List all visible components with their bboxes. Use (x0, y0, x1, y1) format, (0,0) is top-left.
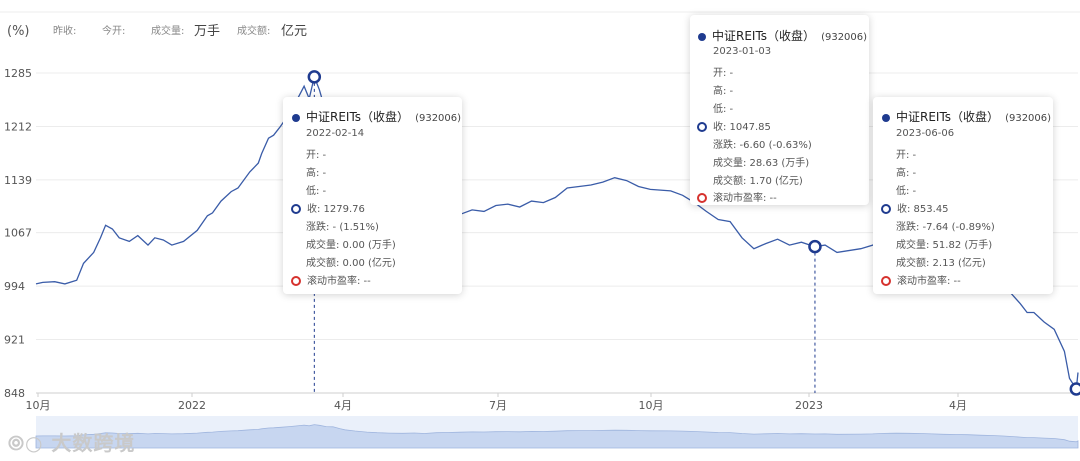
y-tick-label: 848 (4, 387, 25, 400)
close-marker-icon (881, 204, 891, 214)
tooltip-date: 2023-06-06 (896, 128, 955, 139)
tooltip-change: 涨跌: -6.60 (-0.63%) (713, 140, 812, 151)
tooltip-change: 涨跌: -7.64 (-0.89%) (896, 222, 995, 233)
tooltip-series-name: 中证REITs（收盘） (896, 110, 1000, 124)
x-tick-label: 2023 (795, 399, 823, 412)
tooltip-high: 高: - (306, 168, 327, 179)
pe-marker-icon (697, 193, 707, 203)
tooltip-low: 低: - (306, 186, 327, 197)
pe-marker-icon (291, 276, 301, 286)
tooltip-2022-02-14: 中证REITs（收盘） (932006) 2022-02-14 开: - 高: -… (283, 97, 462, 294)
series-dot-icon (698, 33, 706, 41)
tooltip-2023-01-03: 中证REITs（收盘） (932006) 2023-01-03 开: - 高: -… (690, 15, 869, 205)
tooltip-pe: 滚动市盈率: -- (897, 276, 961, 287)
tooltip-open: 开: - (713, 68, 734, 79)
tooltip-change: 涨跌: - (1.51%) (306, 222, 379, 233)
x-tick-label: 4月 (334, 399, 352, 412)
tooltip-low: 低: - (713, 104, 734, 115)
tooltip-pe: 滚动市盈率: -- (713, 193, 777, 204)
tooltip-amount: 成交额: 0.00 (亿元) (306, 258, 396, 269)
tooltip-close: 收: 1279.76 (307, 204, 365, 215)
x-tick-label: 2022 (178, 399, 206, 412)
tooltip-volume: 成交量: 51.82 (万手) (896, 240, 993, 251)
tooltip-date: 2023-01-03 (713, 46, 772, 57)
y-tick-label: 994 (4, 280, 25, 293)
y-tick-label: 1067 (4, 227, 32, 240)
watermark-text: 大数跨境 (51, 431, 136, 455)
pe-marker-icon (881, 276, 891, 286)
tooltip-volume: 成交量: 28.63 (万手) (713, 158, 810, 169)
y-tick-label: 1212 (4, 120, 32, 133)
x-tick-label: 7月 (489, 399, 507, 412)
x-tick-label: 10月 (639, 399, 664, 412)
close-marker-icon (697, 122, 707, 132)
y-tick-label: 1139 (4, 174, 32, 187)
tooltip-amount: 成交额: 2.13 (亿元) (896, 258, 986, 269)
y-tick-label: 921 (4, 334, 25, 347)
tooltip-open: 开: - (306, 150, 327, 161)
tooltip-series-code: (932006) (821, 32, 868, 43)
highlight-point (307, 70, 322, 84)
series-dot-icon (882, 114, 890, 122)
tooltip-close: 收: 853.45 (897, 204, 949, 215)
y-tick-label: 1285 (4, 67, 32, 80)
tooltip-high: 高: - (896, 168, 917, 179)
highlight-point (808, 239, 822, 254)
tooltip-pe: 滚动市盈率: -- (307, 276, 371, 287)
series-dot-icon (292, 114, 300, 122)
tooltip-series-name: 中证REITs（收盘） (712, 29, 816, 43)
tooltip-close: 收: 1047.85 (713, 122, 771, 133)
tooltip-2023-06-06: 中证REITs（收盘） (932006) 2023-06-06 开: - 高: -… (873, 97, 1053, 294)
tooltip-high: 高: - (713, 86, 734, 97)
tooltip-volume: 成交量: 0.00 (万手) (306, 240, 396, 251)
tooltip-amount: 成交额: 1.70 (亿元) (713, 176, 803, 187)
tooltip-date: 2022-02-14 (306, 128, 365, 139)
watermark-logo: ⦾○ 大数跨境 (8, 431, 136, 455)
close-marker-icon (291, 204, 301, 214)
x-tick-label: 4月 (949, 399, 967, 412)
tooltip-series-name: 中证REITs（收盘） (306, 110, 410, 124)
tooltip-open: 开: - (896, 150, 917, 161)
x-tick-label: 10月 (26, 399, 51, 412)
tooltip-low: 低: - (896, 186, 917, 197)
tooltip-series-code: (932006) (415, 113, 462, 124)
highlight-point (1069, 382, 1080, 396)
tooltip-series-code: (932006) (1005, 113, 1052, 124)
